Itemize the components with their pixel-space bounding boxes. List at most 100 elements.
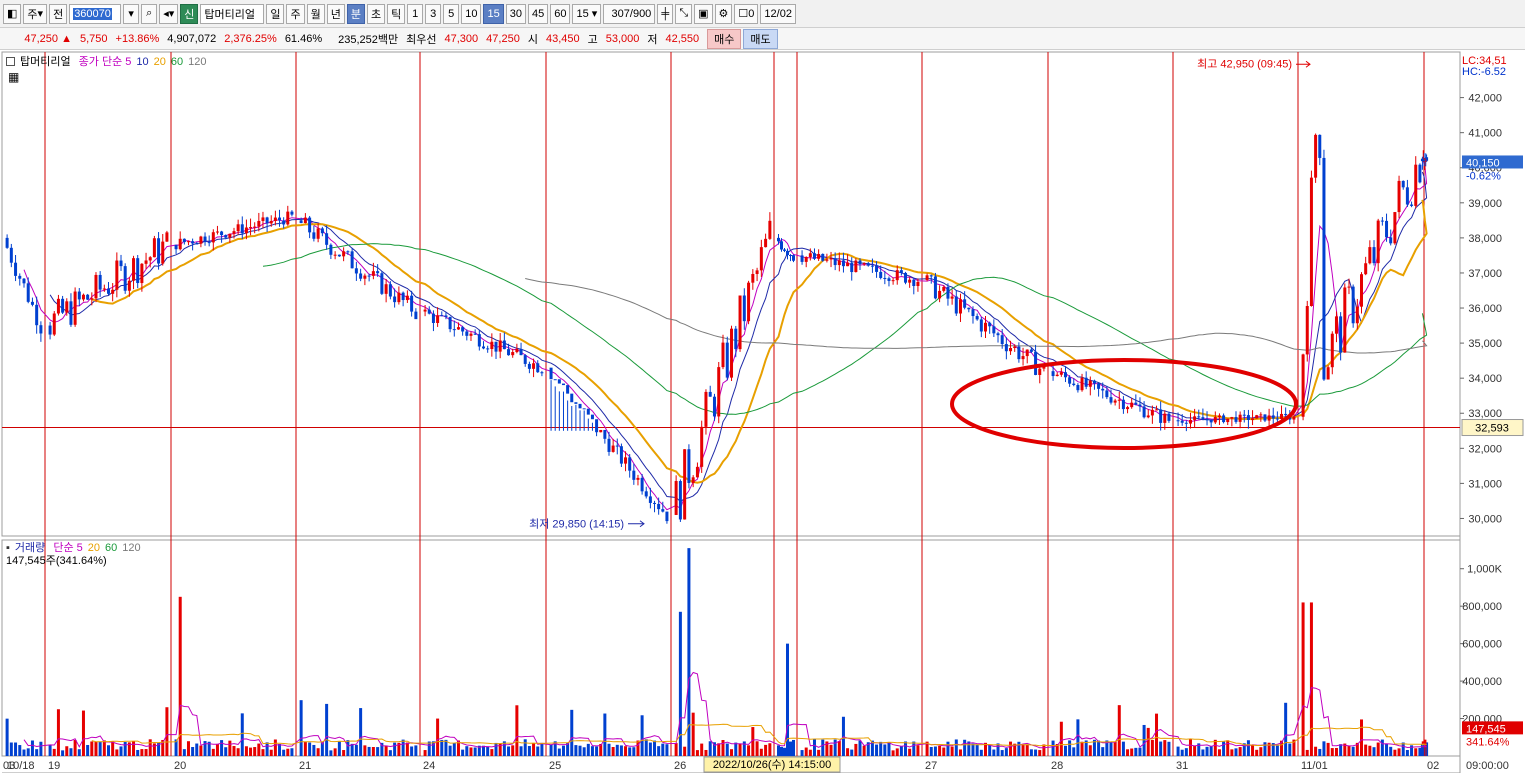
candle-body: [586, 408, 590, 415]
volume-value: 4,907,072: [167, 32, 217, 45]
candle-body: [401, 292, 405, 301]
candle-body: [397, 292, 401, 303]
search-icon[interactable]: ⌕: [141, 3, 158, 24]
date-tick-label: 21: [299, 760, 311, 772]
interval-1[interactable]: 1: [407, 3, 424, 24]
volume-bar: [308, 742, 312, 756]
candle-body: [1271, 415, 1275, 419]
volume-bar: [988, 745, 992, 756]
volume-bar: [1076, 719, 1080, 756]
candle-body: [414, 311, 418, 320]
grid-icon[interactable]: ▦: [8, 70, 19, 84]
price-tick-label: 34,000: [1468, 373, 1502, 385]
candle-body: [123, 266, 127, 291]
stock-code-input[interactable]: 360070: [69, 3, 122, 24]
volume-bar: [342, 750, 346, 756]
code-dropdown-icon[interactable]: ▾: [123, 3, 140, 24]
candle-body: [1101, 388, 1105, 391]
date-field[interactable]: 12/02: [760, 3, 796, 24]
candle-body: [1142, 406, 1146, 418]
price-volume-chart[interactable]: 42,00041,00040,00039,00038,00037,00036,0…: [0, 50, 1525, 773]
candle-body: [570, 393, 574, 403]
candle-body: [725, 342, 729, 378]
market-select[interactable]: 주 ▾: [23, 3, 48, 24]
save-icon[interactable]: ▣: [694, 3, 713, 24]
open-price: 43,450: [545, 32, 580, 45]
candle-body: [912, 279, 916, 287]
interval-5[interactable]: 5: [443, 3, 460, 24]
candle-body: [9, 247, 13, 263]
indicator-icon[interactable]: ╪: [657, 3, 674, 24]
volume-bar: [632, 747, 636, 756]
volume-bar: [747, 745, 751, 756]
volume-current: 147,545주(341.64%): [6, 555, 107, 567]
interval-60[interactable]: 60: [550, 3, 571, 24]
candle-body: [1234, 417, 1238, 422]
period-prefix-button[interactable]: 전: [49, 3, 68, 24]
candle-body: [1088, 380, 1092, 387]
last-volume-pct-text: 341.64%: [1466, 736, 1510, 748]
tab-day[interactable]: 일: [266, 3, 285, 24]
candle-body: [628, 457, 632, 471]
candle-body: [603, 429, 607, 439]
tab-minute[interactable]: 분: [346, 3, 365, 24]
candle-body: [875, 265, 879, 272]
candle-body: [1004, 344, 1008, 352]
candle-body: [81, 294, 85, 300]
layout-icon[interactable]: ◧: [3, 3, 22, 24]
tab-week[interactable]: 주: [286, 3, 305, 24]
volume-bar: [482, 745, 485, 756]
interval-15[interactable]: 15: [483, 3, 504, 24]
volume-bar: [199, 745, 203, 756]
volume-bar: [228, 740, 232, 756]
candle-body: [1105, 390, 1109, 398]
interval-30[interactable]: 30: [505, 3, 526, 24]
tab-tick[interactable]: 틱: [387, 3, 406, 24]
sell-button[interactable]: 매도: [743, 28, 778, 49]
volume-bar: [1226, 740, 1230, 756]
tab-month[interactable]: 월: [306, 3, 325, 24]
candle-body: [342, 251, 346, 257]
candle-body: [148, 257, 152, 261]
candle-body: [161, 241, 165, 264]
tab-second[interactable]: 초: [366, 3, 386, 24]
interval-select[interactable]: 15 ▾: [572, 3, 602, 24]
candle-body: [665, 511, 669, 522]
draw-icon[interactable]: ⤡: [675, 3, 693, 24]
interval-3[interactable]: 3: [425, 3, 442, 24]
candle-body: [1263, 414, 1267, 421]
buy-button[interactable]: 매수: [707, 28, 742, 49]
volume-bar: [1184, 748, 1188, 756]
volume-bar: [337, 741, 341, 756]
volume-bar: [603, 713, 607, 756]
volume-bar: [1193, 745, 1197, 756]
stock-name-field[interactable]: 탑머티리얼: [200, 3, 265, 24]
interval-45[interactable]: 45: [527, 3, 549, 24]
candle-body: [325, 233, 329, 245]
legend-toggle-icon[interactable]: [6, 57, 15, 66]
volume-bar: [9, 742, 13, 756]
candle-body: [1121, 399, 1125, 410]
candle-body: [1213, 417, 1217, 423]
candle-body: [1226, 418, 1230, 423]
volume-bar: [619, 745, 623, 756]
candle-body: [1380, 220, 1384, 222]
volume-bar: [56, 709, 60, 756]
volume-bar: [115, 749, 119, 756]
volume-bar: [879, 741, 883, 756]
volume-bar: [48, 744, 52, 756]
date-tick-label: 02: [1427, 760, 1439, 772]
count-input[interactable]: 307/900: [603, 3, 656, 24]
candle-body: [691, 477, 695, 483]
volume-bar: [26, 748, 30, 756]
volume-bar: [1117, 705, 1121, 756]
legend-stock-name: 탑머티리얼: [20, 56, 71, 68]
speaker-icon[interactable]: ◂▾: [159, 3, 179, 24]
date-checkbox[interactable]: ☐ 0: [734, 3, 759, 24]
volume-bar: [691, 712, 695, 756]
gear-icon[interactable]: ⚙: [714, 3, 733, 24]
candle-body: [1038, 368, 1042, 375]
candle-body: [69, 301, 73, 325]
tab-year[interactable]: 년: [326, 3, 345, 24]
interval-10[interactable]: 10: [461, 3, 482, 24]
